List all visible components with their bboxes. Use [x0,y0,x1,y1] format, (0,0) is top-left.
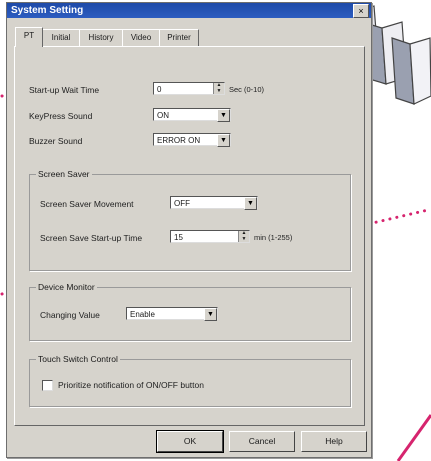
tab-pt[interactable]: PT [15,27,43,47]
cancel-button[interactable]: Cancel [229,431,295,452]
screen-saver-movement-select[interactable]: OFF ▼ [170,196,258,210]
startup-wait-value: 0 [157,85,162,94]
keypress-sound-value: ON [157,111,169,120]
buzzer-sound-label: Buzzer Sound [29,136,83,146]
help-button[interactable]: Help [301,431,367,452]
screen-save-startup-spinner[interactable]: 15 ▲ ▼ [170,230,250,243]
startup-wait-unit: Sec (0-10) [229,85,265,94]
buzzer-sound-select[interactable]: ERROR ON ▼ [153,133,231,147]
screen-save-startup-value: 15 [174,233,183,242]
device-monitor-title: Device Monitor [36,282,97,292]
tab-printer[interactable]: Printer [159,29,199,46]
touch-switch-title: Touch Switch Control [36,354,120,364]
tab-initial[interactable]: Initial [42,29,80,46]
spin-arrows-icon[interactable]: ▲ ▼ [238,230,249,242]
dialog-title: System Setting [7,3,371,18]
chevron-down-icon[interactable]: ▼ [204,308,217,321]
chevron-down-icon[interactable]: ▼ [244,197,257,210]
prioritize-label: Prioritize notification of ON/OFF button [58,380,204,390]
tab-panel-pt: Start-up Wait Time 0 ▲ ▼ Sec (0-10) KeyP… [14,46,365,426]
tab-history[interactable]: History [79,29,123,46]
startup-wait-spinner[interactable]: 0 ▲ ▼ [153,82,225,95]
prioritize-checkbox[interactable] [42,380,53,391]
screen-saver-title: Screen Saver [36,169,92,179]
screen-save-startup-unit: min (1-255) [254,233,293,242]
stage: System Setting × PT Initial History Vide… [0,0,431,461]
screen-save-startup-label: Screen Save Start-up Time [40,233,143,243]
buzzer-sound-value: ERROR ON [157,136,201,145]
changing-value-value: Enable [130,310,155,319]
tab-video[interactable]: Video [122,29,160,46]
spin-arrows-icon[interactable]: ▲ ▼ [213,82,224,94]
screen-saver-movement-label: Screen Saver Movement [40,199,134,209]
chevron-down-icon[interactable]: ▼ [217,134,230,147]
changing-value-label: Changing Value [40,310,100,320]
touch-switch-control-group: Touch Switch Control Prioritize notifica… [29,354,351,407]
startup-wait-label: Start-up Wait Time [29,85,100,95]
close-button[interactable]: × [353,4,369,18]
system-setting-dialog: System Setting × PT Initial History Vide… [6,2,372,458]
screen-saver-movement-value: OFF [174,199,190,208]
ok-button[interactable]: OK [156,430,224,453]
keypress-sound-label: KeyPress Sound [29,111,93,121]
screen-saver-group: Screen Saver Screen Saver Movement OFF ▼… [29,169,351,271]
chevron-down-icon[interactable]: ▼ [217,109,230,122]
device-monitor-group: Device Monitor Changing Value Enable ▼ [29,282,351,341]
changing-value-select[interactable]: Enable ▼ [126,307,218,321]
keypress-sound-select[interactable]: ON ▼ [153,108,231,122]
